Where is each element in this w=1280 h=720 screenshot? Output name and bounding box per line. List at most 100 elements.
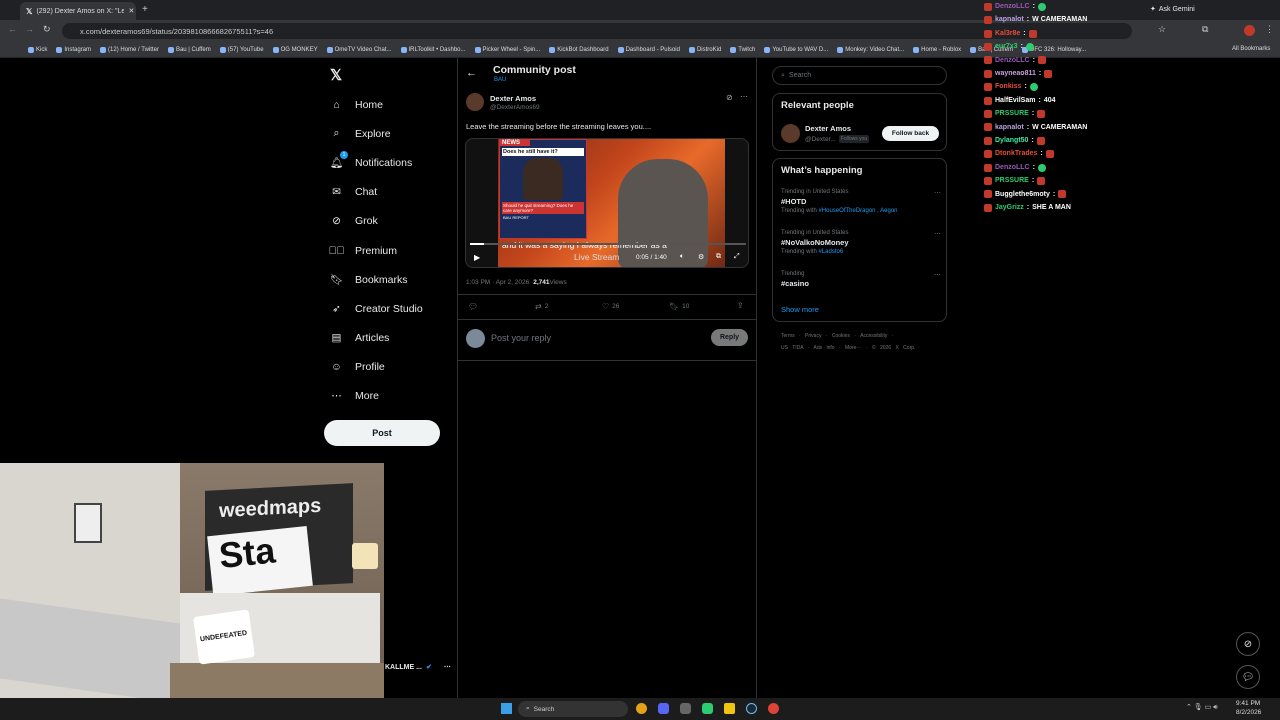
chat-username[interactable]: eur7x3: [995, 40, 1018, 53]
system-tray-icons[interactable]: ⌃ 🎙︎ ▭ 🔊︎: [1186, 703, 1218, 712]
reload-icon[interactable]: ↻: [43, 24, 51, 35]
chat-username[interactable]: JayGrizz: [995, 201, 1024, 214]
grok-float-button[interactable]: ⊘: [1236, 632, 1260, 656]
chat-username[interactable]: PRSSURE: [995, 107, 1029, 120]
follow-back-button[interactable]: Follow back: [882, 126, 939, 141]
nav-grok[interactable]: ⊘ Grok: [320, 207, 457, 236]
trend-with-tags[interactable]: #Ladsto6: [818, 249, 843, 255]
fullscreen-icon[interactable]: ⤢: [734, 253, 740, 261]
bookmark-item[interactable]: (12) Home / Twitter: [100, 46, 159, 53]
volume-icon[interactable]: 🔈︎: [680, 253, 684, 261]
author-avatar[interactable]: [466, 93, 484, 111]
search-input[interactable]: ⌕ Search: [772, 66, 947, 85]
nav-articles[interactable]: ▤ Articles: [320, 324, 457, 353]
chrome-icon[interactable]: [636, 703, 647, 714]
nav-notifications[interactable]: 🔔︎ 1 Notifications: [320, 148, 457, 177]
bookmark-item[interactable]: Home - Roblox: [913, 46, 961, 53]
reply-input[interactable]: Post your reply: [491, 333, 551, 343]
back-arrow-icon[interactable]: ←: [466, 67, 477, 79]
clock-time[interactable]: 9:41 PM: [1236, 700, 1260, 707]
url-field[interactable]: x.com/dexteramos69/status/20398108666826…: [62, 23, 1132, 39]
nav-chat[interactable]: ✉︎ Chat: [320, 178, 457, 207]
trend-item[interactable]: Trending in United States #HOTD Trending…: [781, 189, 941, 214]
x-logo-icon[interactable]: 𝕏: [330, 66, 342, 84]
pip-icon[interactable]: ⧉: [716, 253, 721, 261]
close-tab-icon[interactable]: ✕: [128, 7, 134, 15]
bookmark-item[interactable]: Dashboard - Pulsoid: [617, 46, 680, 53]
bookmark-item[interactable]: Kick: [28, 46, 47, 53]
bookmark-item[interactable]: KickBot Dashboard: [549, 46, 609, 53]
bookmark-item[interactable]: IRLToolkit • Dashbo...: [400, 46, 466, 53]
post-timestamp[interactable]: 1:03 PM · Apr 2, 2026 ·: [466, 279, 533, 286]
chat-username[interactable]: Fonkiss: [995, 80, 1021, 93]
back-icon[interactable]: ←: [8, 24, 17, 34]
chat-username[interactable]: Bugglethe6moty: [995, 188, 1050, 201]
bookmark-item[interactable]: OmeTV Video Chat...: [326, 46, 392, 53]
show-more-link[interactable]: Show more: [781, 305, 819, 314]
chat-username[interactable]: DenzoLLC: [995, 0, 1030, 13]
author-handle[interactable]: @DexterAmos69: [490, 104, 540, 111]
bookmark-item[interactable]: Bau | Cuffem: [167, 46, 211, 53]
relevant-avatar[interactable]: [781, 124, 800, 143]
post-more-icon[interactable]: ⋯: [740, 92, 748, 101]
repost-action[interactable]: ⇄ 2: [535, 302, 548, 311]
chat-username[interactable]: PRSSURE: [995, 174, 1029, 187]
clock-date[interactable]: 8/2/2026: [1236, 709, 1261, 716]
profile-stub[interactable]: KALLME ... ✔ ⋯: [385, 663, 451, 672]
video-player[interactable]: NEWS Does he still have it? Should he qu…: [465, 138, 749, 268]
app-icon[interactable]: [702, 703, 713, 714]
folder-icon[interactable]: [724, 703, 735, 714]
footer-links-2[interactable]: US TIDA · Ads info · More··· · © 2026 X …: [781, 345, 915, 351]
relevant-name[interactable]: Dexter Amos: [805, 124, 851, 133]
play-icon[interactable]: ▶: [474, 253, 480, 262]
chat-username[interactable]: DtonkTrades: [995, 147, 1037, 160]
reply-action[interactable]: 💬︎: [468, 302, 478, 311]
nav-explore[interactable]: ⌕ Explore: [320, 119, 457, 148]
grok-post-icon[interactable]: ⊘: [726, 93, 733, 102]
bookmark-item[interactable]: (57) YouTube: [219, 46, 264, 53]
windows-start-icon[interactable]: [501, 703, 512, 714]
like-action[interactable]: ♡ 26: [602, 302, 619, 311]
post-button[interactable]: Post: [324, 420, 440, 446]
bookmark-item[interactable]: Twitch: [730, 46, 755, 53]
trend-more-icon[interactable]: ⋯: [934, 271, 941, 279]
taskbar-search[interactable]: ⌕ Search: [518, 701, 628, 717]
nav-profile[interactable]: ☺︎ Profile: [320, 353, 457, 382]
bookmark-item[interactable]: Instagram: [56, 46, 91, 53]
nav-home[interactable]: ⌂ Home: [320, 90, 457, 119]
bookmark-item[interactable]: DistroKid: [688, 46, 721, 53]
nav-creator-studio[interactable]: ➶ Creator Studio: [320, 294, 457, 323]
video-progress-bar[interactable]: [470, 243, 746, 245]
chat-username[interactable]: kapnalot: [995, 13, 1024, 26]
community-link[interactable]: BAU: [494, 77, 506, 83]
nav-premium[interactable]: ✓⃝ Premium: [320, 236, 457, 265]
trend-more-icon[interactable]: ⋯: [934, 189, 941, 197]
settings-icon[interactable]: ⚙: [698, 253, 704, 261]
bookmark-item[interactable]: Monkey: Video Chat...: [837, 46, 904, 53]
new-tab-icon[interactable]: +: [142, 4, 148, 15]
app-icon[interactable]: [680, 703, 691, 714]
author-name[interactable]: Dexter Amos: [490, 94, 536, 103]
browser-tab[interactable]: 𝕏 (292) Dexter Amos on X: "Leave ✕: [20, 2, 136, 20]
trend-item[interactable]: Trending #casino ⋯: [781, 271, 941, 288]
trend-item[interactable]: Trending in United States #NoValkoNoMone…: [781, 230, 941, 255]
chrome-icon[interactable]: [768, 703, 779, 714]
chat-username[interactable]: wayneao811: [995, 67, 1036, 80]
share-icon[interactable]: ⇪: [737, 301, 744, 310]
messages-float-button[interactable]: 💬︎: [1236, 665, 1260, 689]
chat-username[interactable]: kapnalot: [995, 121, 1024, 134]
footer-links[interactable]: Terms · Privacy · Cookies · Accessibilit…: [781, 333, 893, 339]
trend-with-tags[interactable]: #HouseOfTheDragon , Aegon: [818, 208, 897, 214]
chat-username[interactable]: DenzoLLC: [995, 161, 1030, 174]
nav-more[interactable]: ⋯ More: [320, 382, 457, 411]
profile-more-icon[interactable]: ⋯: [444, 663, 451, 671]
reply-button[interactable]: Reply: [711, 329, 748, 346]
bookmark-item[interactable]: OG MONKEY: [272, 46, 318, 53]
bookmark-item[interactable]: Picker Wheel - Spin...: [474, 46, 540, 53]
chat-username[interactable]: Kal3r8e: [995, 27, 1020, 40]
chat-username[interactable]: HalfEvilSam: [995, 94, 1035, 107]
bookmark-action[interactable]: 🔖︎ 10: [669, 302, 689, 311]
bookmark-item[interactable]: YouTube to WAV D...: [764, 46, 828, 53]
nav-bookmarks[interactable]: 🔖︎ Bookmarks: [320, 265, 457, 294]
forward-icon[interactable]: →: [25, 24, 34, 34]
